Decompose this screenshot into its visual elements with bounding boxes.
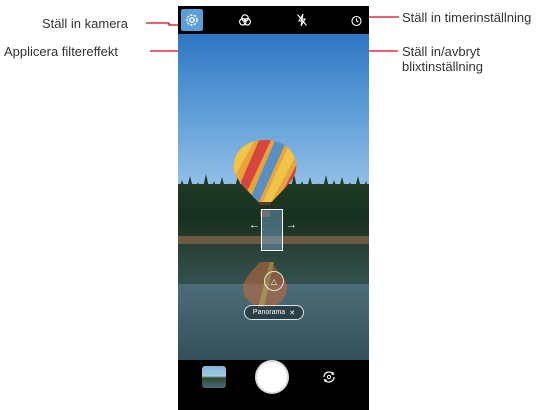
callout-flash-line2: blixtinställning: [402, 59, 483, 74]
record-small-icon[interactable]: △: [264, 271, 284, 291]
gear-icon[interactable]: [181, 9, 203, 31]
timer-icon[interactable]: [345, 9, 367, 31]
callout-filter-effect: Applicera filtereffekt: [4, 44, 118, 59]
camera-top-toolbar: [178, 6, 369, 34]
arrow-left-icon: ←: [249, 219, 260, 231]
panorama-focus-frame: [261, 209, 283, 251]
flash-off-icon[interactable]: [291, 9, 313, 31]
close-icon[interactable]: ✕: [289, 309, 295, 317]
filter-icon[interactable]: [234, 9, 256, 31]
callout-flash-line1: Ställ in/avbryt: [402, 44, 481, 59]
switch-camera-icon[interactable]: [318, 366, 340, 388]
callout-timer: Ställ in timerinställning: [402, 10, 532, 25]
shutter-button[interactable]: [255, 360, 289, 394]
callout-camera-settings: Ställ in kamera: [42, 16, 128, 31]
hot-air-balloon: [233, 140, 297, 217]
arrow-right-icon: →: [286, 219, 297, 231]
camera-bottom-bar: [178, 360, 369, 410]
viewfinder-preview[interactable]: ← → △ Panorama ✕: [178, 34, 369, 360]
camera-screen: ← → △ Panorama ✕: [178, 6, 369, 410]
gallery-thumbnail[interactable]: [202, 366, 226, 388]
mode-label: Panorama: [252, 309, 286, 316]
mode-chip-panorama[interactable]: Panorama ✕: [244, 305, 304, 320]
